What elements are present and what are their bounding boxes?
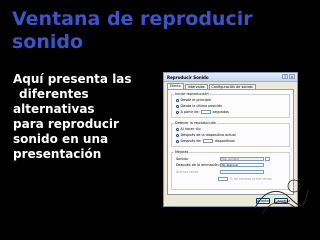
stop-playback-group: Detener la reproducción Al hacer clic De… bbox=[171, 121, 290, 147]
slides-label: diapositivas bbox=[214, 139, 235, 143]
option-label: Desde el principio bbox=[180, 98, 212, 102]
after-animation-label: Después de la animación: bbox=[176, 163, 220, 167]
dialog-title: Reproducir Sonido bbox=[167, 74, 209, 80]
option-after-current-slide[interactable]: Después de la diapositiva actual bbox=[176, 133, 236, 137]
option-on-click[interactable]: Al hacer clic bbox=[176, 127, 201, 131]
stop-slides-spinner[interactable] bbox=[203, 139, 214, 143]
sound-row: Sonido: [Sin sonido] bbox=[176, 157, 270, 161]
option-start-at[interactable]: A partir de: segundos bbox=[176, 110, 229, 114]
start-seconds-spinner[interactable] bbox=[201, 110, 212, 114]
radio-icon[interactable] bbox=[176, 110, 179, 114]
body-line: diferentes bbox=[19, 87, 89, 101]
body-line: Aquí presenta las bbox=[13, 72, 132, 86]
option-label: Desde la última posición bbox=[180, 104, 223, 108]
sound-volume-icon[interactable] bbox=[265, 157, 270, 161]
option-from-beginning[interactable]: Desde el principio bbox=[176, 98, 211, 102]
sound-select[interactable]: [Sin sonido] bbox=[219, 157, 264, 161]
slide-title-line-2: sonido bbox=[12, 31, 84, 53]
body-line: para reproducir bbox=[13, 117, 119, 131]
animate-text-label: Animar texto: bbox=[176, 170, 200, 174]
letter-delay-spinner[interactable] bbox=[218, 177, 228, 181]
stop-group-label: Detener la reproducción bbox=[174, 121, 218, 125]
radio-icon[interactable] bbox=[176, 98, 179, 102]
decorative-swirl-icon bbox=[254, 179, 309, 215]
radio-icon[interactable] bbox=[176, 127, 179, 131]
seconds-label: segundos bbox=[212, 110, 229, 114]
body-line: alternativas bbox=[13, 102, 95, 116]
option-label: Después de: bbox=[180, 139, 202, 143]
start-playback-group: Iniciar reproducción Desde el principio … bbox=[171, 92, 290, 118]
option-stop-after[interactable]: Después de: diapositivas bbox=[176, 139, 235, 143]
sound-label: Sonido: bbox=[176, 157, 189, 161]
option-label: Después de la diapositiva actual bbox=[180, 133, 236, 137]
slide-title-line-1: Ventana de reproducir bbox=[12, 8, 253, 30]
start-group-label: Iniciar reproducción bbox=[174, 92, 210, 96]
body-line: presentación bbox=[13, 147, 102, 161]
after-animation-select[interactable]: No atenuar bbox=[219, 163, 264, 167]
dialog-titlebar: Reproducir Sonido ? × bbox=[164, 73, 297, 82]
slide-body-text: Aquí presenta las diferentes alternativa… bbox=[13, 72, 161, 162]
radio-icon[interactable] bbox=[176, 139, 179, 143]
after-animation-row: Después de la animación: No atenuar bbox=[176, 163, 264, 167]
radio-icon[interactable] bbox=[176, 133, 179, 137]
help-button[interactable]: ? bbox=[282, 74, 288, 79]
close-button[interactable]: × bbox=[289, 74, 295, 79]
radio-icon[interactable] bbox=[176, 104, 179, 108]
slide-title: Ventana de reproducir sonido bbox=[12, 8, 302, 54]
enhancements-group-label: Mejoras bbox=[174, 150, 190, 154]
option-label: Al hacer clic bbox=[180, 127, 202, 131]
option-label: A partir de: bbox=[180, 110, 200, 114]
body-line: sonido en una bbox=[13, 132, 109, 146]
option-last-position[interactable]: Desde la última posición bbox=[176, 104, 222, 108]
